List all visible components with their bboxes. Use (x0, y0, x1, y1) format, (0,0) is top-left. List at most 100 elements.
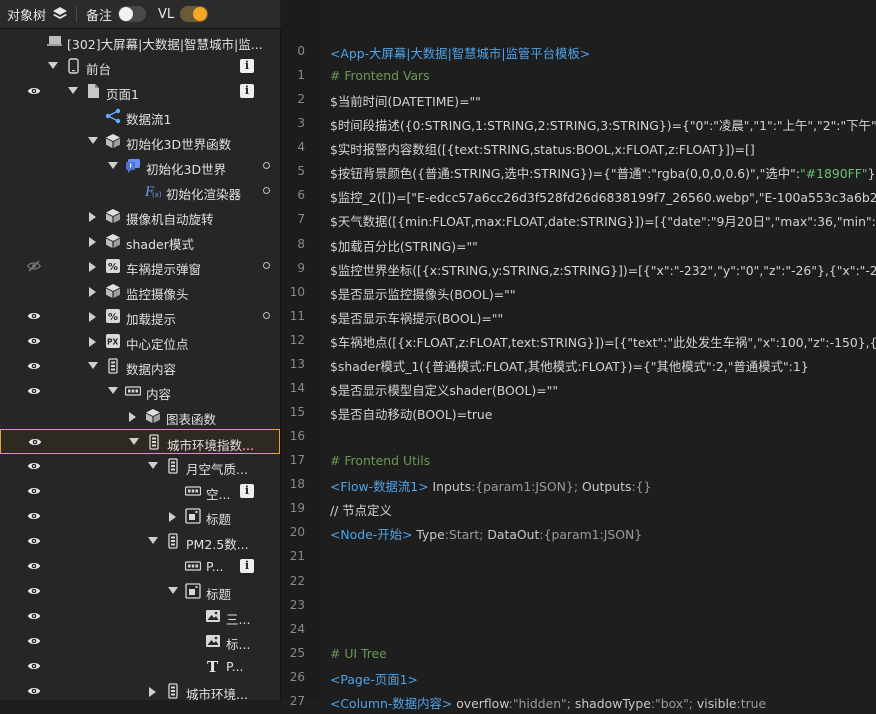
tree-row[interactable]: T P... (0, 654, 280, 679)
tree-row[interactable]: PM2.5数... (0, 529, 280, 554)
tree-row[interactable]: 标... (0, 629, 280, 654)
code-line[interactable]: 14 $是否显示模型自定义shader(BOOL)="" (281, 377, 876, 401)
tree-row[interactable]: % 车祸提示弹窗 (0, 254, 280, 279)
caret-down-icon[interactable] (68, 87, 78, 94)
caret-down-icon[interactable] (168, 587, 178, 594)
code-line[interactable]: 9 $监控世界坐标([{x:STRING,y:STRING,z:STRING}])… (281, 257, 876, 281)
tree-row[interactable]: 内容 (0, 379, 280, 404)
code-line[interactable]: 17 # Frontend Utils (281, 449, 876, 473)
code-line[interactable]: 23 (281, 594, 876, 618)
vl-toggle[interactable] (180, 6, 209, 22)
caret-right-icon[interactable] (149, 687, 156, 697)
tree-row[interactable]: F (x) 初始化渲染器 (0, 179, 280, 204)
eye-icon[interactable] (27, 585, 41, 597)
caret-right-icon[interactable] (89, 337, 96, 347)
caret-right-icon[interactable] (89, 287, 96, 297)
tree-row[interactable]: % 加载提示 (0, 304, 280, 329)
tree-row[interactable]: 三... (0, 604, 280, 629)
eye-icon[interactable] (27, 535, 41, 547)
tree-row[interactable]: 摄像机自动旋转 (0, 204, 280, 229)
object-tree[interactable]: [302]大屏幕|大数据|智慧城市|监... 前台 i 页面1 i 数据流1 初始化3D世界… (0, 29, 281, 700)
caret-right-icon[interactable] (89, 212, 96, 222)
eye-icon[interactable] (27, 560, 41, 572)
eye-icon[interactable] (27, 460, 41, 472)
tree-row[interactable]: 页面1 i (0, 79, 280, 104)
eye-icon[interactable] (27, 685, 41, 697)
tree-row[interactable]: 城市环境指数... (0, 429, 280, 454)
caret-down-icon[interactable] (148, 537, 158, 544)
code-line[interactable]: 24 (281, 618, 876, 642)
tree-row[interactable]: 前台 i (0, 54, 280, 79)
tree-row[interactable]: 初始化3D世界函数 (0, 129, 280, 154)
tree-row[interactable]: 城市环境... (0, 679, 280, 700)
code-line[interactable]: 26 <Page-页面1> (281, 666, 876, 690)
code-line[interactable]: 5 $按钮背景颜色({普通:STRING,选中:STRING})={"普通":"r… (281, 160, 876, 184)
note-toggle[interactable] (118, 6, 147, 22)
tree-row[interactable]: shader模式 (0, 229, 280, 254)
code-editor[interactable]: 0 <App-大屏幕|大数据|智慧城市|监管平台模板> 1 # Frontend Va… (281, 0, 876, 711)
tree-row[interactable]: 月空气质... (0, 454, 280, 479)
caret-down-icon[interactable] (88, 362, 98, 369)
caret-right-icon[interactable] (89, 312, 96, 322)
tree-row[interactable]: P... i (0, 554, 280, 579)
tree-row[interactable]: 图表函数 (0, 404, 280, 429)
eye-icon[interactable] (28, 436, 42, 448)
code-line[interactable]: 25 # UI Tree (281, 642, 876, 666)
caret-down-icon[interactable] (148, 462, 158, 469)
code-line[interactable]: 8 $加载百分比(STRING)="" (281, 233, 876, 257)
code-line[interactable]: 12 $车祸地点([{x:FLOAT,z:FLOAT,text:STRING}])… (281, 329, 876, 353)
code-line[interactable]: 22 (281, 570, 876, 594)
code-line[interactable]: 3 $时间段描述({0:STRING,1:STRING,2:STRING,3:ST… (281, 112, 876, 136)
code-line[interactable]: 21 (281, 545, 876, 569)
caret-right-icon[interactable] (129, 412, 136, 422)
caret-right-icon[interactable] (169, 512, 176, 522)
code-line[interactable]: 27 <Column-数据内容> overflow:"hidden"; shado… (281, 690, 876, 714)
code-line[interactable]: 7 $天气数据([{min:FLOAT,max:FLOAT,date:STRING… (281, 208, 876, 232)
code-line[interactable]: 4 $实时报警内容数组([{text:STRING,status:BOOL,x:F… (281, 136, 876, 160)
info-icon[interactable]: i (240, 59, 254, 73)
caret-down-icon[interactable] (129, 438, 139, 445)
eye-off-icon[interactable] (27, 260, 41, 272)
caret-right-icon[interactable] (89, 262, 96, 272)
tree-row[interactable]: 数据流1 (0, 104, 280, 129)
eye-icon[interactable] (27, 660, 41, 672)
layers-icon[interactable] (52, 6, 68, 22)
code-line[interactable]: 1 # Frontend Vars (281, 64, 876, 88)
eye-icon[interactable] (27, 385, 41, 397)
code-line[interactable]: 18 <Flow-数据流1> Inputs:{param1:JSON}; Outp… (281, 473, 876, 497)
eye-icon[interactable] (27, 85, 41, 97)
tree-row[interactable]: [302]大屏幕|大数据|智慧城市|监... (0, 29, 280, 54)
code-line[interactable]: 16 (281, 425, 876, 449)
code-line[interactable]: 0 <App-大屏幕|大数据|智慧城市|监管平台模板> (281, 40, 876, 64)
eye-icon[interactable] (27, 335, 41, 347)
tree-row[interactable]: 标题 (0, 504, 280, 529)
eye-icon[interactable] (27, 485, 41, 497)
caret-down-icon[interactable] (108, 387, 118, 394)
tree-row[interactable]: 空... i (0, 479, 280, 504)
code-line[interactable]: 10 $是否显示监控摄像头(BOOL)="" (281, 281, 876, 305)
tree-row[interactable]: 监控摄像头 (0, 279, 280, 304)
tree-row[interactable]: PX 中心定位点 (0, 329, 280, 354)
code-line[interactable]: 6 $监控_2([])=["E-edcc57a6cc26d3f528fd26d68… (281, 184, 876, 208)
code-line[interactable]: 11 $是否显示车祸提示(BOOL)="" (281, 305, 876, 329)
code-line[interactable]: 13 $shader模式_1({普通模式:FLOAT,其他模式:FLOAT})={… (281, 353, 876, 377)
code-line[interactable]: 15 $是否自动移动(BOOL)=true (281, 401, 876, 425)
caret-down-icon[interactable] (88, 137, 98, 144)
code-line[interactable]: 20 <Node-开始> Type:Start; DataOut:{param1:… (281, 521, 876, 545)
code-line[interactable]: 19 // 节点定义 (281, 497, 876, 521)
eye-icon[interactable] (27, 635, 41, 647)
tree-row[interactable]: 标题 (0, 579, 280, 604)
eye-icon[interactable] (27, 610, 41, 622)
caret-down-icon[interactable] (48, 62, 58, 69)
caret-right-icon[interactable] (89, 237, 96, 247)
eye-icon[interactable] (27, 360, 41, 372)
eye-icon[interactable] (27, 510, 41, 522)
info-icon[interactable]: i (240, 84, 254, 98)
tree-row[interactable]: 数据内容 (0, 354, 280, 379)
info-icon[interactable]: i (240, 559, 254, 573)
eye-icon[interactable] (27, 310, 41, 322)
info-icon[interactable]: i (240, 484, 254, 498)
code-line[interactable]: 2 $当前时间(DATETIME)="" (281, 88, 876, 112)
caret-down-icon[interactable] (108, 162, 118, 169)
tree-row[interactable]: 初始化3D世界 (0, 154, 280, 179)
